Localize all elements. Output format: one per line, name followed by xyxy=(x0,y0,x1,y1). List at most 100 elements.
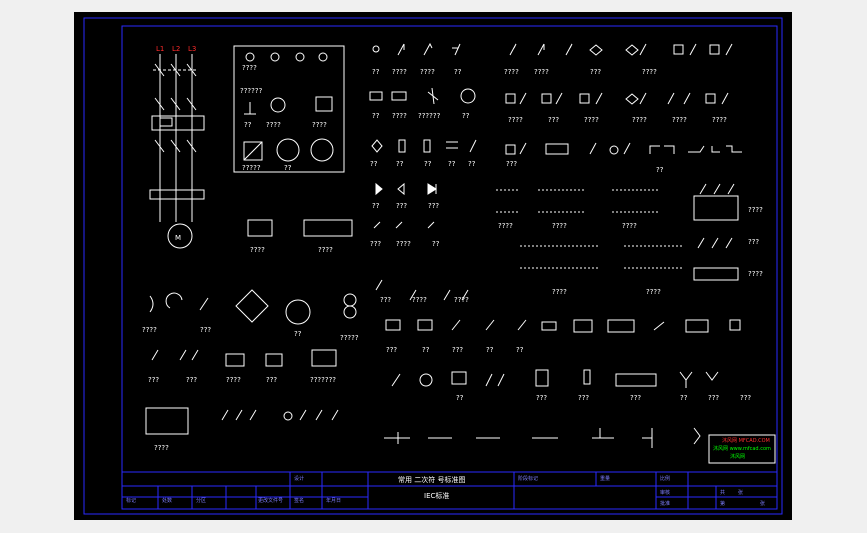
row2-labels: ?? ???? ?????? ?? ???? ??? ???? ???? ???… xyxy=(372,112,727,124)
symbol-label: ???? xyxy=(552,222,567,230)
symbol-label: ???? xyxy=(250,246,265,254)
symbol-label: ??? xyxy=(708,394,719,402)
symbol-label: ??? xyxy=(748,238,759,246)
symbol-label: ???? xyxy=(312,121,327,129)
symbol-label: ?? xyxy=(486,346,494,354)
symbol-label: ??? xyxy=(396,202,407,210)
symbol-label: ??? xyxy=(148,376,159,384)
symbol-label: ???? xyxy=(242,64,257,72)
middle-row-labels: ???? ??? ?? ????? ??? ???? ???? ??? ?? ?… xyxy=(142,296,524,354)
symbol-label: ??? xyxy=(630,394,641,402)
symbol-label: ???? xyxy=(622,222,637,230)
symbol-label: ?? xyxy=(454,68,462,76)
symbol-label: ?? xyxy=(516,346,524,354)
tb-cell: 处数 xyxy=(162,497,172,504)
symbol-label: ?? xyxy=(370,160,378,168)
symbol-label: ?? xyxy=(656,166,664,174)
symbol-label: ??? xyxy=(506,160,517,168)
symbol-label: ?? xyxy=(468,160,476,168)
symbol-label: ???? xyxy=(396,240,411,248)
symbol-label: ??? xyxy=(428,202,439,210)
symbol-label: ??? xyxy=(186,376,197,384)
symbol-label: ???? xyxy=(266,121,281,129)
symbol-label: ?? xyxy=(680,394,688,402)
symbol-label: ????? xyxy=(340,334,359,342)
symbol-label: ?????? xyxy=(240,87,263,95)
symbol-label: ???? xyxy=(420,68,435,76)
row3-labels: ?? ?? ?? ?? ?? ??? ?? xyxy=(370,160,664,174)
lower-row-labels: ??? ??? ???? ??? ??????? ?? ??? ??? ??? … xyxy=(148,376,751,452)
diode-labels: ?? ??? ??? ??? ???? ?? xyxy=(370,202,440,248)
symbol-label: ?? xyxy=(372,202,380,210)
symbol-label: ?? xyxy=(372,112,380,120)
row1-labels: ?? ???? ???? ?? ???? ???? ??? ???? xyxy=(372,68,657,76)
stamp-line-2: 沐风网 www.mfcad.com xyxy=(713,445,771,452)
symbol-label: ??? xyxy=(370,240,381,248)
tb-cell: 设计 xyxy=(294,475,304,482)
symbol-label: ??? xyxy=(386,346,397,354)
motor-symbol-text: M xyxy=(175,234,181,242)
motor-starter-circuit xyxy=(149,54,205,249)
inner-frame xyxy=(121,25,778,510)
tb-cell: 年月日 xyxy=(326,497,341,504)
tb-cell: 分区 xyxy=(196,497,206,504)
relay-groups xyxy=(247,219,353,237)
tb-cell: 重量 xyxy=(600,475,610,482)
boxed-symbols xyxy=(243,52,334,162)
symbol-label: ???? xyxy=(748,270,763,278)
tb-cell: 共 xyxy=(720,489,725,496)
symbol-label: ??? xyxy=(380,296,391,304)
symbol-label: ???? xyxy=(504,68,519,76)
contact-symbols-row3 xyxy=(371,139,742,155)
symbol-label: ?????? xyxy=(418,112,441,120)
tb-cell: 签名 xyxy=(294,497,304,504)
title-block-title: 常用 二次符 号标准图 xyxy=(398,475,465,484)
symbol-label: ???? xyxy=(226,376,241,384)
symbol-label: ???? xyxy=(584,116,599,124)
symbol-label: ?? xyxy=(462,112,470,120)
symbol-label: ???? xyxy=(646,288,661,296)
symbol-label: ??? xyxy=(578,394,589,402)
symbol-label: ??? xyxy=(548,116,559,124)
tb-cell: 张 xyxy=(760,500,765,507)
symbol-label: ?? xyxy=(432,240,440,248)
symbol-label: ???? xyxy=(632,116,647,124)
symbol-label: ??????? xyxy=(310,376,336,384)
symbol-label: ??? xyxy=(200,326,211,334)
symbol-label: ??? xyxy=(590,68,601,76)
contact-symbols-row2 xyxy=(369,87,729,105)
stamp-line-3: 沐风网 xyxy=(730,453,745,460)
symbol-label: ?? xyxy=(244,121,252,129)
symbol-label: ?? xyxy=(284,164,292,172)
dashed-links-upper xyxy=(496,189,682,269)
symbol-label: ???? xyxy=(498,222,513,230)
tb-cell: 张 xyxy=(738,489,743,496)
symbol-label: ?? xyxy=(372,68,380,76)
symbol-label: ?? xyxy=(456,394,464,402)
symbol-label: ???? xyxy=(392,112,407,120)
symbol-label: ???? xyxy=(748,206,763,214)
symbol-label: ???? xyxy=(672,116,687,124)
tb-cell: 阶段标记 xyxy=(518,475,538,482)
symbol-label: ???? xyxy=(454,296,469,304)
title-block-subtitle: IEC标准 xyxy=(424,491,449,500)
stamp-line-1: 沐风网 MFCAD.COM xyxy=(722,437,770,444)
tb-cell: 审核 xyxy=(660,489,670,496)
terminal-label: L2 xyxy=(172,45,180,53)
symbol-label: ???? xyxy=(508,116,523,124)
tb-cell: 比例 xyxy=(660,475,670,482)
cad-drawing: M L1 L2 L3 ???? ?????? ?? ???? ???? ????… xyxy=(83,17,783,515)
symbol-label: ???? xyxy=(552,288,567,296)
contact-symbols-row1 xyxy=(372,42,733,56)
tb-cell: 第 xyxy=(720,500,725,507)
tb-cell: 批准 xyxy=(660,500,670,507)
dashed-link-labels: ???? ???? ???? ???? ???? xyxy=(498,222,661,296)
tb-cell: 更改文件号 xyxy=(258,497,283,504)
symbol-label: ?? xyxy=(422,346,430,354)
tb-cell: 标记 xyxy=(126,497,136,504)
symbol-label: ???? xyxy=(142,326,157,334)
symbol-label: ??? xyxy=(740,394,751,402)
symbol-label: ??? xyxy=(536,394,547,402)
symbol-label: ??? xyxy=(266,376,277,384)
symbol-label: ???? xyxy=(712,116,727,124)
